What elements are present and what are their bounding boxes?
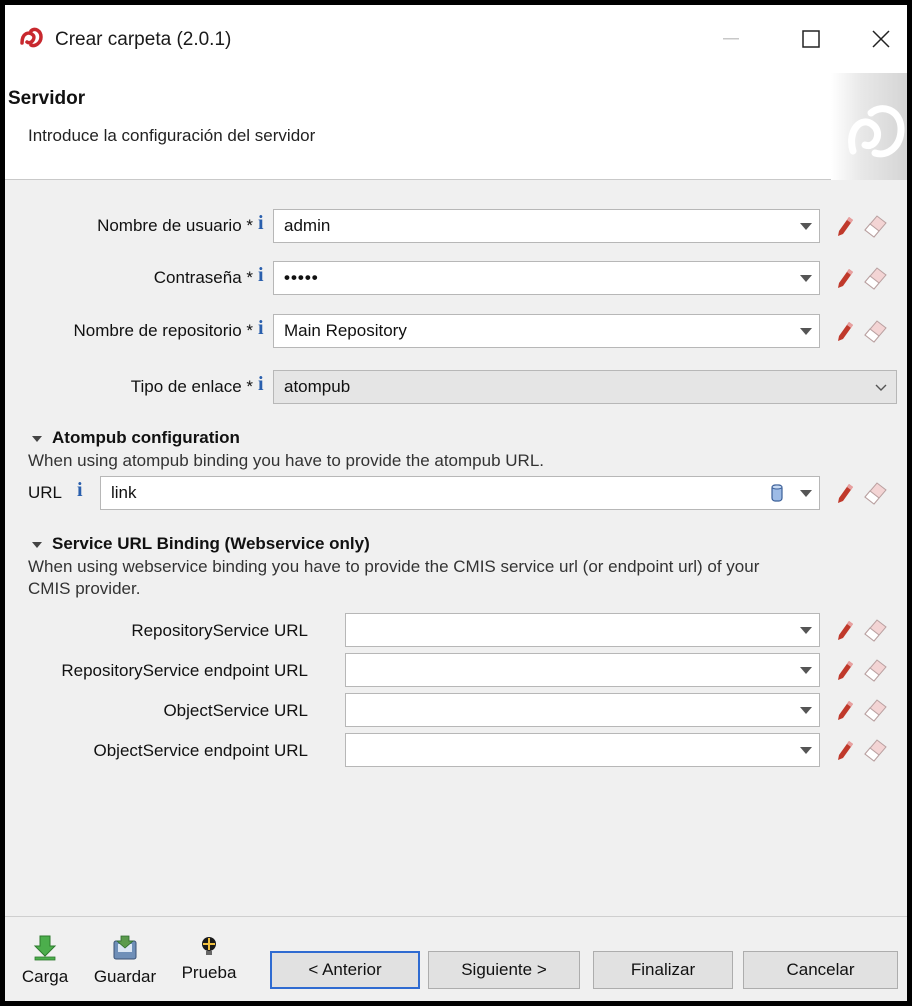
webservice-section-title: Service URL Binding (Webservice only)	[52, 534, 370, 553]
webservice-description-line2: CMIS provider.	[28, 579, 141, 598]
object-service-url-label: ObjectService URL	[163, 701, 308, 720]
object-service-endpoint-url-input[interactable]	[345, 733, 820, 767]
username-edit-pencil-icon[interactable]	[835, 215, 855, 237]
wizard-header: Servidor Introduce la configuración del …	[5, 73, 907, 180]
repository-input[interactable]: Main Repository	[273, 314, 820, 348]
save-button[interactable]: Guardar	[87, 935, 163, 987]
test-button[interactable]: Prueba	[175, 935, 243, 983]
atompub-url-edit-pencil-icon[interactable]	[835, 482, 855, 504]
url-info-icon[interactable]: i	[77, 479, 83, 502]
atompub-url-dropdown-arrow-icon[interactable]	[793, 477, 819, 509]
username-info-icon[interactable]: i	[258, 212, 264, 235]
close-button[interactable]	[855, 15, 907, 63]
maximize-icon	[802, 30, 820, 48]
repository-service-url-edit-pencil-icon[interactable]	[835, 619, 855, 641]
atompub-url-input[interactable]: link	[100, 476, 820, 510]
chevron-down-icon	[875, 384, 887, 391]
repository-service-url-clear-eraser-icon[interactable]	[861, 616, 889, 642]
repository-service-url-input[interactable]	[345, 613, 820, 647]
repository-edit-pencil-icon[interactable]	[835, 320, 855, 342]
username-input[interactable]: admin	[273, 209, 820, 243]
binding-type-value: atompub	[284, 377, 351, 396]
binding-type-label: Tipo de enlace *	[130, 377, 253, 396]
page-title: Servidor	[8, 88, 86, 109]
next-button[interactable]: Siguiente >	[428, 951, 580, 989]
repository-service-endpoint-url-label: RepositoryService endpoint URL	[61, 661, 308, 680]
object-service-url-clear-eraser-icon[interactable]	[861, 696, 889, 722]
form-content: Nombre de usuario * i admin Contraseña *…	[5, 180, 907, 916]
dropdown-arrow-icon[interactable]	[793, 694, 819, 726]
save-label: Guardar	[93, 967, 157, 986]
atompub-url-value: link	[111, 483, 137, 502]
username-clear-eraser-icon[interactable]	[861, 212, 889, 238]
object-service-url-edit-pencil-icon[interactable]	[835, 699, 855, 721]
collapse-arrow-icon	[32, 435, 42, 442]
database-icon[interactable]	[771, 483, 783, 503]
repository-service-endpoint-url-input[interactable]	[345, 653, 820, 687]
repository-label: Nombre de repositorio *	[73, 321, 253, 340]
repository-dropdown-arrow-icon[interactable]	[793, 315, 819, 347]
test-label: Prueba	[181, 963, 237, 982]
dropdown-arrow-icon[interactable]	[793, 614, 819, 646]
download-arrow-icon	[33, 935, 57, 961]
load-label: Carga	[21, 967, 69, 986]
username-value: admin	[284, 216, 331, 235]
test-bulb-icon	[202, 937, 216, 955]
password-input[interactable]: •••••	[273, 261, 820, 295]
window-title: Crear carpeta (2.0.1)	[55, 29, 232, 50]
object-service-endpoint-url-clear-eraser-icon[interactable]	[861, 736, 889, 762]
object-service-endpoint-url-edit-pencil-icon[interactable]	[835, 739, 855, 761]
repository-service-endpoint-url-edit-pencil-icon[interactable]	[835, 659, 855, 681]
webservice-description-line1: When using webservice binding you have t…	[28, 557, 760, 576]
close-icon	[872, 30, 890, 48]
repository-clear-eraser-icon[interactable]	[861, 317, 889, 343]
password-clear-eraser-icon[interactable]	[861, 264, 889, 290]
binding-type-info-icon[interactable]: i	[258, 373, 264, 396]
password-info-icon[interactable]: i	[258, 264, 264, 287]
repository-info-icon[interactable]: i	[258, 317, 264, 340]
cancel-button[interactable]: Cancelar	[743, 951, 898, 989]
atompub-section-title: Atompub configuration	[52, 428, 240, 447]
dropdown-arrow-icon[interactable]	[793, 654, 819, 686]
binding-type-select[interactable]: atompub	[273, 370, 897, 404]
password-edit-pencil-icon[interactable]	[835, 267, 855, 289]
repository-service-url-label: RepositoryService URL	[131, 621, 308, 640]
repository-service-endpoint-url-clear-eraser-icon[interactable]	[861, 656, 889, 682]
webservice-section-header[interactable]: Service URL Binding (Webservice only)	[32, 534, 370, 554]
wizard-footer: Carga Guardar Prueba < Anterior Siguient…	[5, 916, 907, 1001]
password-dropdown-arrow-icon[interactable]	[793, 262, 819, 294]
password-label: Contraseña *	[153, 268, 253, 287]
minimize-button[interactable]	[705, 15, 757, 63]
logo-watermark-icon	[848, 105, 905, 158]
page-subtitle: Introduce la configuración del servidor	[28, 126, 316, 145]
dialog-window: Crear carpeta (2.0.1) Servidor Introduce…	[5, 5, 907, 1001]
url-label: URL	[28, 483, 63, 502]
header-logo	[831, 73, 907, 180]
app-logo-icon	[20, 27, 43, 48]
repository-value: Main Repository	[284, 321, 407, 340]
object-service-endpoint-url-label: ObjectService endpoint URL	[93, 741, 308, 760]
object-service-url-input[interactable]	[345, 693, 820, 727]
username-label: Nombre de usuario *	[97, 216, 253, 235]
username-dropdown-arrow-icon[interactable]	[793, 210, 819, 242]
password-value: •••••	[284, 268, 319, 287]
atompub-url-clear-eraser-icon[interactable]	[861, 479, 889, 505]
minimize-icon	[723, 38, 739, 40]
collapse-arrow-icon	[32, 541, 42, 548]
atompub-section-header[interactable]: Atompub configuration	[32, 428, 240, 448]
title-bar: Crear carpeta (2.0.1)	[5, 5, 907, 73]
maximize-button[interactable]	[785, 15, 837, 63]
save-disk-icon	[113, 935, 137, 960]
finish-button[interactable]: Finalizar	[593, 951, 733, 989]
dropdown-arrow-icon[interactable]	[793, 734, 819, 766]
atompub-description: When using atompub binding you have to p…	[28, 451, 544, 470]
load-button[interactable]: Carga	[17, 935, 73, 987]
previous-button[interactable]: < Anterior	[270, 951, 420, 989]
